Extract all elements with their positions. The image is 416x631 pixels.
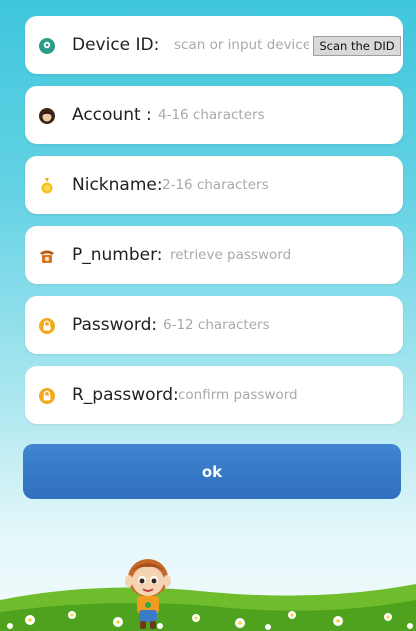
- meadow-illustration: [0, 584, 416, 631]
- location-pin-icon: [39, 38, 55, 54]
- p-number-label: P_number:: [72, 245, 163, 265]
- nickname-row: Nickname:: [25, 156, 403, 214]
- account-label: Account :: [72, 105, 152, 125]
- password-label: Password:: [72, 315, 158, 335]
- device-id-label: Device ID:: [72, 35, 160, 55]
- ok-button[interactable]: ok: [23, 444, 401, 499]
- scan-did-button[interactable]: Scan the DID: [313, 36, 401, 56]
- lock-icon: [39, 318, 55, 334]
- password-row: Password:: [25, 296, 403, 354]
- lock-icon: [39, 388, 55, 404]
- cartoon-boy-mascot: [125, 559, 171, 629]
- r-password-label: R_password:: [72, 385, 179, 405]
- p-number-input[interactable]: [170, 243, 395, 267]
- nickname-input[interactable]: [162, 173, 392, 197]
- password-input[interactable]: [163, 313, 393, 337]
- p-number-row: P_number:: [25, 226, 403, 284]
- nickname-label: Nickname:: [72, 175, 163, 195]
- device-id-input[interactable]: [174, 33, 309, 57]
- medal-icon: [41, 178, 53, 194]
- avatar-icon: [39, 108, 55, 124]
- device-id-row: Device ID: Scan the DID: [25, 16, 403, 74]
- r-password-row: R_password:: [25, 366, 403, 424]
- account-input[interactable]: [158, 103, 388, 127]
- telephone-icon: [40, 250, 54, 263]
- account-row: Account :: [25, 86, 403, 144]
- r-password-input[interactable]: [178, 383, 393, 407]
